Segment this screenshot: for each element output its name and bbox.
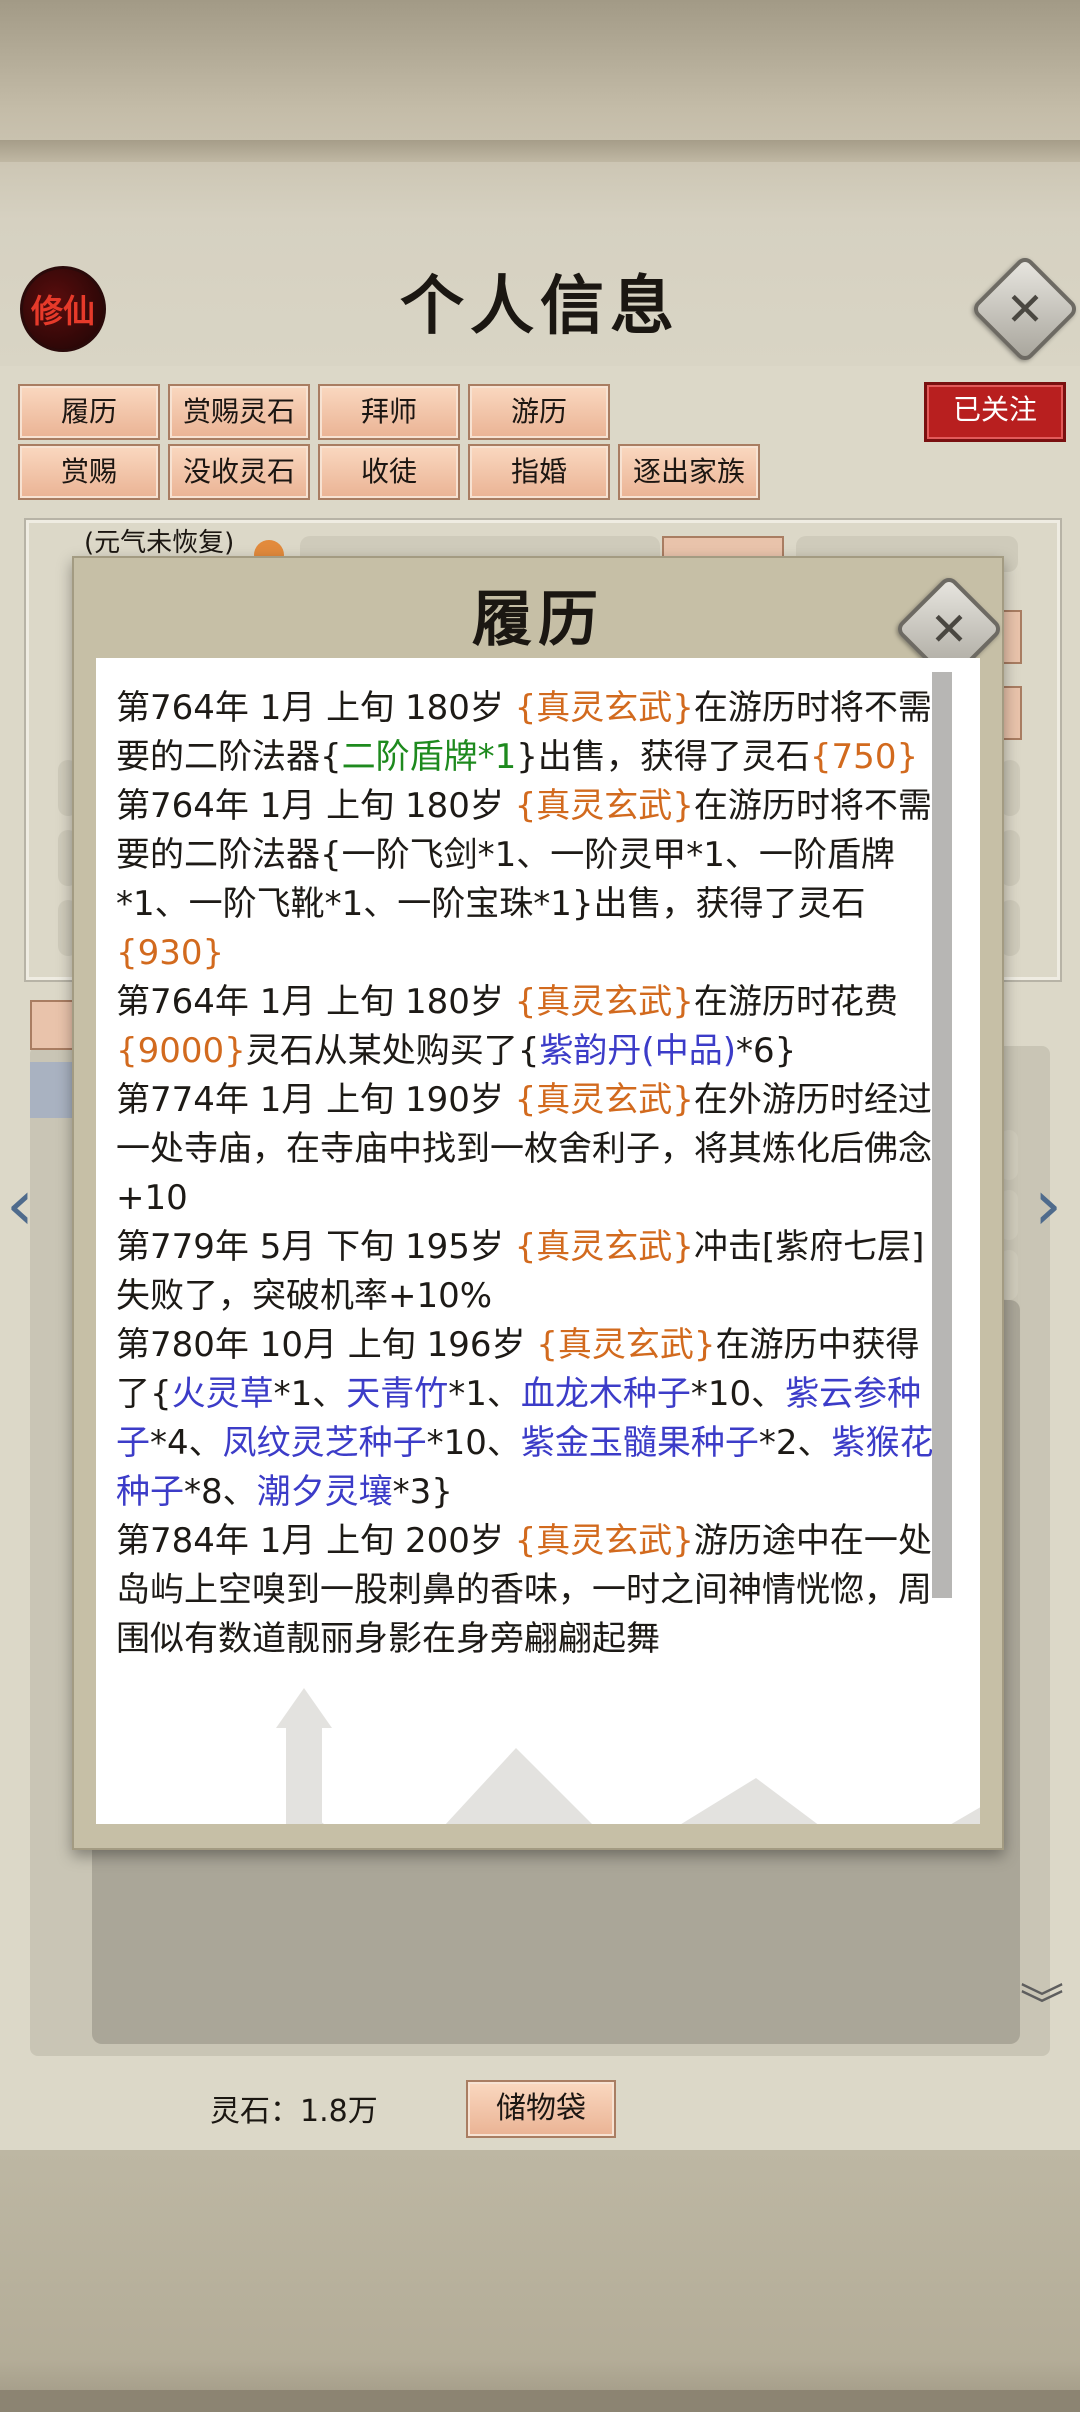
record-highlight: {9000} (116, 1031, 246, 1071)
expel-from-family-button[interactable]: 逐出家族 (618, 444, 760, 500)
lower-tab-blue (30, 1062, 72, 1118)
page-title: 个人信息 (400, 269, 680, 344)
history-records: 第764年 1月 上旬 180岁 {真灵玄武}在游历时将不需要的二阶法器{二阶盾… (116, 658, 942, 1664)
history-record: 第779年 5月 下旬 195岁 {真灵玄武}冲击[紫府七层]失败了，突破机率+… (116, 1223, 942, 1321)
top-band (0, 140, 1080, 162)
take-master-button[interactable]: 拜师 (318, 384, 460, 440)
chevron-down-icon[interactable]: ︾ (1012, 1984, 1072, 2028)
record-highlight: {真灵玄武} (514, 688, 694, 728)
record-highlight: {真灵玄武} (514, 1080, 694, 1120)
clipped-record (116, 658, 942, 684)
history-record: 第764年 1月 上旬 180岁 {真灵玄武}在游历时花费 {9000}灵石从某处… (116, 978, 942, 1076)
record-highlight: 潮夕灵壤 (256, 1472, 393, 1512)
bottom-background (0, 2150, 1080, 2412)
lower-tab (30, 1000, 76, 1050)
chevron-left-icon[interactable]: ‹ (6, 1170, 46, 1240)
record-highlight: 紫金玉髓果种子 (520, 1423, 759, 1463)
record-text: 第780年 10月 上旬 196岁 (116, 1325, 537, 1365)
record-highlight: 血龙木种子 (520, 1374, 691, 1414)
record-highlight: {真灵玄武} (514, 1227, 694, 1267)
record-highlight: 火灵草 (171, 1374, 274, 1414)
scrollbar-thumb[interactable] (932, 672, 952, 1598)
record-text: 第764年 1月 上旬 180岁 (116, 688, 515, 728)
record-highlight: {真灵玄武} (536, 1325, 716, 1365)
history-list[interactable]: 第764年 1月 上旬 180岁 {真灵玄武}在游历时将不需要的二阶法器{二阶盾… (96, 658, 980, 1824)
history-record: 第780年 10月 上旬 196岁 {真灵玄武}在游历中获得了{火灵草*1、天青… (116, 1321, 942, 1517)
record-text: *6} (735, 1031, 797, 1071)
game-seal-logo: 修仙 (20, 266, 106, 352)
record-highlight: 紫韵丹(中品) (539, 1031, 736, 1071)
reward-button[interactable]: 赏赐 (18, 444, 160, 500)
confiscate-stones-button[interactable]: 没收灵石 (168, 444, 310, 500)
history-record: 第774年 1月 上旬 190岁 {真灵玄武}在外游历时经过一处寺庙，在寺庙中找… (116, 1076, 942, 1223)
modal-title: 履历 (472, 585, 604, 655)
spirit-stones-count: 灵石：1.8万 (210, 2094, 378, 2129)
status-note: (元气未恢复) (84, 528, 235, 558)
record-text: 灵石从某处购买了{ (245, 1031, 540, 1071)
record-highlight: 天青竹 (346, 1374, 449, 1414)
chevron-right-icon[interactable]: › (1034, 1170, 1074, 1240)
history-modal: 履历 ✕ 第764年 1月 上旬 180岁 {真灵玄武}在游历时将不需要的二阶法… (72, 556, 1005, 1850)
take-disciple-button[interactable]: 收徒 (318, 444, 460, 500)
reward-stones-button[interactable]: 赏赐灵石 (168, 384, 310, 440)
record-text: 第784年 1月 上旬 200岁 (116, 1521, 515, 1561)
mountain-watermark (276, 1688, 980, 1824)
history-button[interactable]: 履历 (18, 384, 160, 440)
close-icon: ✕ (929, 602, 969, 656)
followed-button[interactable]: 已关注 (924, 382, 1066, 442)
record-text: *4、 (150, 1423, 223, 1463)
record-text: 第764年 1月 上旬 180岁 (116, 982, 515, 1022)
storage-bag-button[interactable]: 储物袋 (466, 2080, 616, 2138)
record-text: *1、 (448, 1374, 521, 1414)
record-text: *10、 (690, 1374, 786, 1414)
record-text: 第764年 1月 上旬 180岁 (116, 786, 515, 826)
record-highlight: {930} (116, 933, 225, 973)
record-text: *2、 (758, 1423, 832, 1463)
record-text: *3} (392, 1472, 453, 1512)
record-highlight: {真灵玄武} (514, 1521, 694, 1561)
bottom-strip (0, 2390, 1080, 2412)
record-text: 第779年 5月 下旬 195岁 (116, 1227, 515, 1267)
travel-button[interactable]: 游历 (468, 384, 610, 440)
history-record: 第764年 1月 上旬 180岁 {真灵玄武}在游历时将不需要的二阶法器{一阶飞… (116, 782, 942, 978)
record-text: *8、 (184, 1472, 257, 1512)
arrange-marriage-button[interactable]: 指婚 (468, 444, 610, 500)
record-highlight: {750} (809, 737, 919, 777)
history-record: 第784年 1月 上旬 200岁 {真灵玄武}游历途中在一处岛屿上空嗅到一股刺鼻… (116, 1517, 942, 1664)
record-text: *1、 (273, 1374, 347, 1414)
history-record: 第764年 1月 上旬 180岁 {真灵玄武}在游历时将不需要的二阶法器{二阶盾… (116, 684, 942, 782)
record-highlight: {真灵玄武} (514, 982, 694, 1022)
record-highlight: 凤纹灵芝种子 (222, 1423, 427, 1463)
close-icon: ✕ (1005, 282, 1045, 336)
record-highlight: {真灵玄武} (514, 786, 694, 826)
record-text: }出售，获得了灵石 (516, 737, 810, 777)
record-text: 在游历时花费 (693, 982, 898, 1022)
record-text: *10、 (426, 1423, 521, 1463)
record-text: 第774年 1月 上旬 190岁 (116, 1080, 515, 1120)
record-highlight: 二阶盾牌*1 (341, 737, 517, 777)
